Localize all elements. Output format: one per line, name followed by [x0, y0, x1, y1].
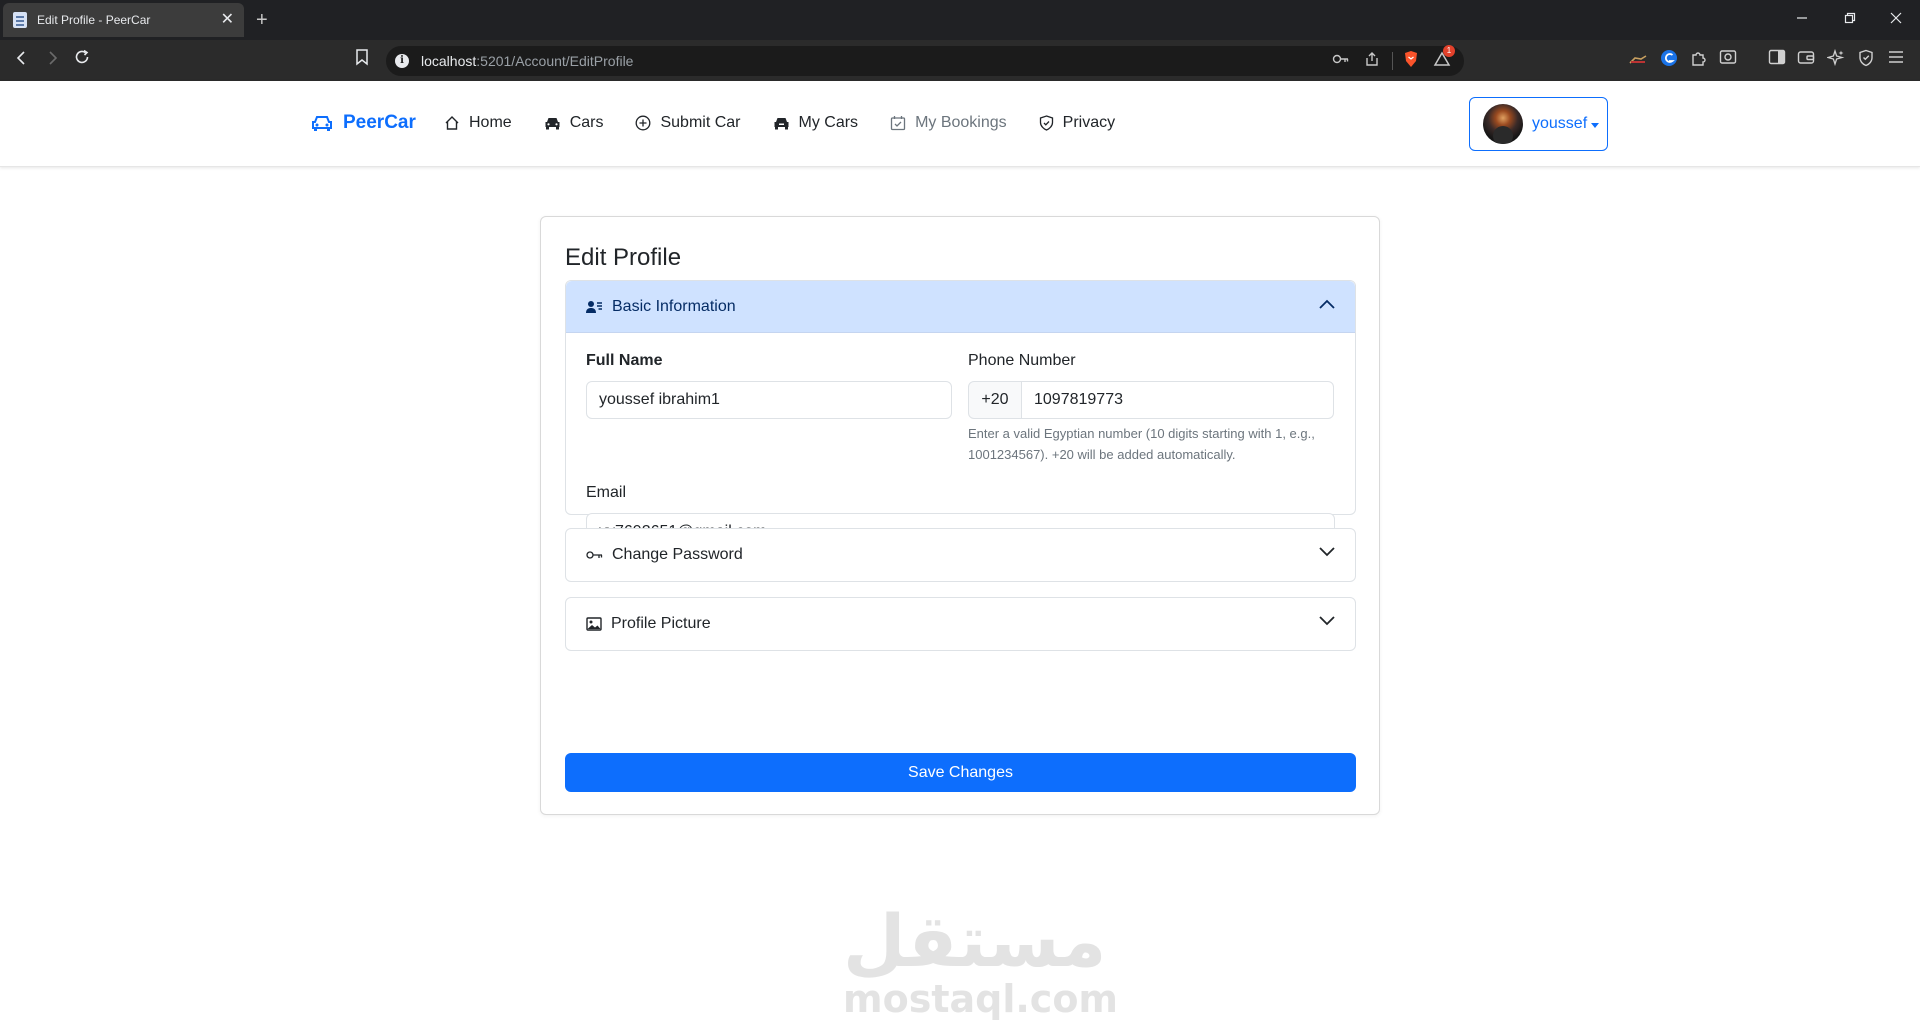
edit-profile-card: Edit Profile Basic Information Full Name…	[540, 216, 1380, 815]
full-name-label: Full Name	[586, 352, 663, 369]
browser-tab-bar: Edit Profile - PeerCar ✕ +	[0, 0, 1920, 40]
extension-grammar-icon[interactable]	[1658, 49, 1680, 71]
chevron-down-icon	[1319, 547, 1335, 557]
image-icon	[586, 617, 602, 631]
site-info-icon[interactable]: i	[395, 54, 409, 68]
caret-down-icon	[1591, 122, 1600, 128]
web-page: PeerCar Home Cars Submit Car My Cars My …	[0, 81, 1920, 1032]
watermark-latin-text: mostaql.com	[843, 977, 1119, 1021]
main-nav: Home Cars Submit Car My Cars My Bookings…	[444, 114, 1147, 132]
change-password-section: Change Password	[565, 528, 1356, 582]
save-changes-button[interactable]: Save Changes	[565, 753, 1356, 792]
reload-icon[interactable]	[70, 48, 94, 72]
car-icon	[545, 118, 560, 130]
extensions-puzzle-icon[interactable]	[1688, 49, 1710, 71]
profile-picture-header[interactable]: Profile Picture	[566, 598, 1355, 650]
plus-circle-icon	[636, 115, 651, 131]
nav-link-cars[interactable]: Cars	[544, 114, 603, 132]
browser-tab[interactable]: Edit Profile - PeerCar ✕	[3, 3, 244, 37]
omnibox-divider	[1392, 52, 1393, 70]
change-password-header[interactable]: Change Password	[566, 529, 1355, 581]
share-icon[interactable]	[1364, 51, 1380, 72]
new-tab-button[interactable]: +	[256, 8, 268, 32]
avatar	[1483, 104, 1523, 144]
basic-info-title: Basic Information	[612, 297, 736, 315]
wallet-icon[interactable]	[1795, 49, 1817, 71]
brave-rewards-icon[interactable]: 1	[1433, 44, 1455, 72]
bookmark-icon[interactable]	[350, 48, 374, 72]
profile-picture-title: Profile Picture	[611, 615, 711, 632]
leo-ai-icon[interactable]	[1825, 48, 1847, 71]
brand-link[interactable]: PeerCar	[311, 112, 416, 134]
forward-icon[interactable]	[40, 48, 64, 72]
nav-link-my-cars[interactable]: My Cars	[773, 114, 858, 132]
restore-icon[interactable]	[1844, 8, 1856, 32]
car-front-icon	[774, 118, 788, 130]
user-menu-button[interactable]: youssef	[1469, 97, 1608, 151]
close-tab-icon[interactable]: ✕	[221, 12, 234, 28]
brand-name: PeerCar	[343, 112, 416, 133]
house-icon	[445, 116, 459, 130]
key-icon[interactable]	[1332, 52, 1350, 70]
phone-input-group: +20 1097819773	[968, 381, 1334, 419]
key-icon	[586, 551, 603, 559]
phone-label: Phone Number	[968, 352, 1076, 369]
basic-info-header[interactable]: Basic Information	[566, 281, 1355, 333]
menu-icon[interactable]	[1885, 49, 1907, 71]
address-bar[interactable]: i localhost:5201/Account/EditProfile 1	[386, 44, 1464, 76]
minimize-icon[interactable]	[1796, 8, 1808, 32]
user-name: youssef	[1532, 115, 1588, 132]
email-label: Email	[586, 484, 627, 501]
tab-title: Edit Profile - PeerCar	[37, 13, 151, 27]
sidebar-toggle-icon[interactable]	[1766, 49, 1788, 71]
brave-shields-icon[interactable]	[1403, 50, 1419, 73]
basic-info-section: Basic Information Full Name youssef ibra…	[565, 280, 1356, 551]
nav-link-submit-car[interactable]: Submit Car	[635, 114, 741, 132]
url-text: localhost:5201/Account/EditProfile	[421, 53, 634, 69]
phone-input[interactable]: 1097819773	[1022, 381, 1334, 419]
nav-link-home[interactable]: Home	[444, 114, 512, 132]
phone-help-text: Enter a valid Egyptian number (10 digits…	[968, 426, 1315, 462]
nav-link-privacy[interactable]: Privacy	[1039, 114, 1115, 132]
phone-prefix: +20	[968, 381, 1022, 419]
nav-link-my-bookings[interactable]: My Bookings	[890, 114, 1007, 132]
extension-game-icon[interactable]	[1627, 49, 1649, 71]
calendar-check-icon	[890, 116, 906, 131]
full-name-input[interactable]: youssef ibrahim1	[586, 381, 952, 419]
car-logo-icon	[312, 116, 332, 131]
page-favicon-icon	[13, 12, 27, 28]
mostaql-watermark: مستقل mostaql.com	[843, 899, 1119, 1021]
person-lines-icon	[586, 300, 602, 313]
close-window-icon[interactable]	[1890, 8, 1902, 32]
watermark-arabic-text: مستقل	[843, 899, 1107, 983]
profile-picture-section: Profile Picture	[565, 597, 1356, 651]
browser-toolbar: i localhost:5201/Account/EditProfile 1	[0, 40, 1920, 81]
page-title: Edit Profile	[565, 244, 682, 271]
rewards-badge: 1	[1443, 44, 1455, 57]
back-icon[interactable]	[10, 48, 34, 72]
chevron-down-icon	[1319, 616, 1335, 626]
vpn-shield-icon[interactable]	[1855, 49, 1877, 71]
site-navbar: PeerCar Home Cars Submit Car My Cars My …	[0, 81, 1920, 167]
shield-check-icon	[1039, 115, 1053, 131]
screenshot-icon[interactable]	[1717, 49, 1739, 71]
change-password-title: Change Password	[612, 546, 743, 563]
chevron-up-icon	[1319, 299, 1335, 309]
